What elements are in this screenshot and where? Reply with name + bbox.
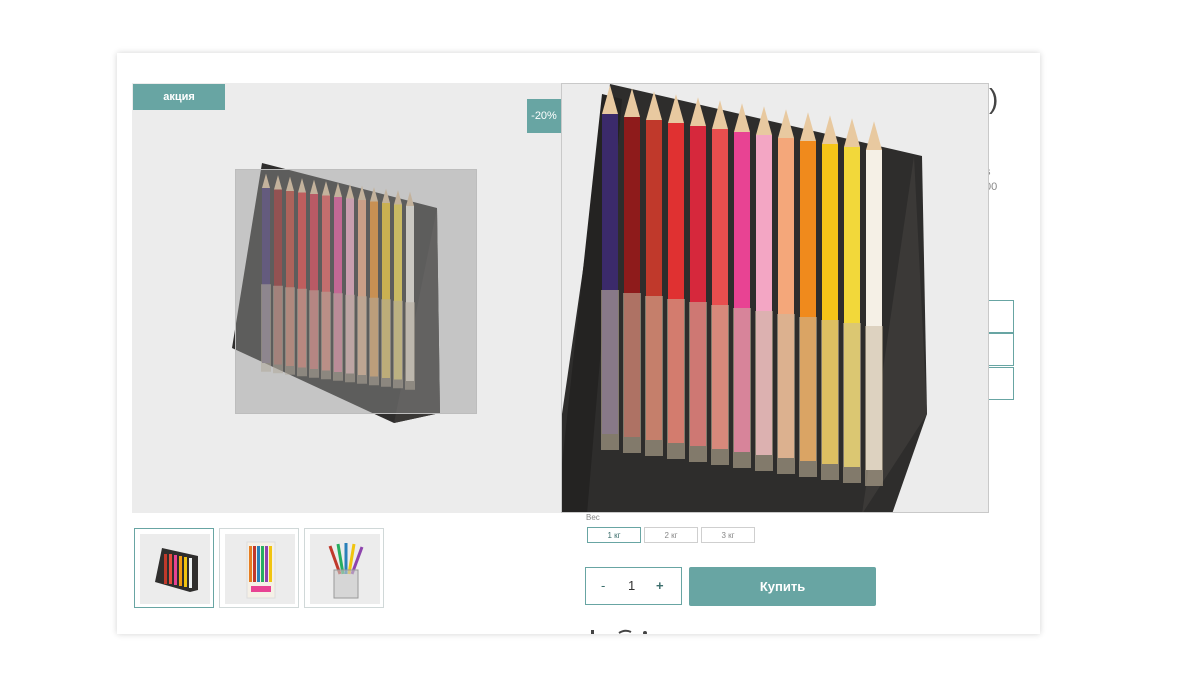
spec-row-3 [987,367,1014,400]
promo-badge: акция [133,84,225,110]
pencil-mesh-pocket [733,308,751,468]
spec-row-2 [987,333,1014,366]
social-share-icons[interactable] [589,627,659,634]
weight-option-3kg[interactable]: 3 кг [701,527,755,543]
pencil-mesh-pocket [777,314,795,474]
pencil-mesh-pocket [799,317,817,477]
discount-badge: -20% [527,99,561,133]
spec-row-1 [987,300,1014,333]
thumbnail-2[interactable] [219,528,299,608]
weight-option-2kg[interactable]: 2 кг [644,527,698,543]
thumbnail-1[interactable] [134,528,214,608]
pencil-tip [822,115,838,144]
pencil-mesh-pocket [711,305,729,465]
pencil-mesh-pocket [645,296,663,456]
product-card: акция -20% ) s 00 [117,53,1040,634]
pencil-mesh-pocket [843,323,861,483]
pencil-mesh-pocket [821,320,839,480]
pencil-tip [800,112,816,141]
pencil-tip [844,118,860,147]
pencil-mesh-pocket [667,299,685,459]
zoom-window [561,83,989,513]
main-product-image[interactable]: акция -20% [132,83,562,513]
weight-label: Вес [586,513,600,522]
quantity-stepper: - 1 + [585,567,682,605]
pencil-mesh-pocket [865,326,883,486]
pencil-mesh-pocket [601,290,619,450]
quantity-value[interactable]: 1 [628,568,635,604]
pencil-box-thumb-icon [246,541,276,599]
zoom-lens [235,169,477,414]
weight-option-1kg[interactable]: 1 кг [587,527,641,543]
quantity-increase-button[interactable]: + [656,568,664,604]
pencil-mesh-pocket [755,311,773,471]
buy-button[interactable]: Купить [689,567,876,606]
product-title-fragment: ) [989,83,999,114]
pencil-mesh-pocket [689,302,707,462]
pencil-stand-thumb-icon [155,548,198,592]
pencil-tip [866,121,882,150]
zoomed-pencil-image [562,84,927,512]
pencil-cup-thumb-icon [328,543,364,599]
thumbnail-3[interactable] [304,528,384,608]
quantity-decrease-button[interactable]: - [601,568,605,604]
pencil-mesh-pocket [623,293,641,453]
